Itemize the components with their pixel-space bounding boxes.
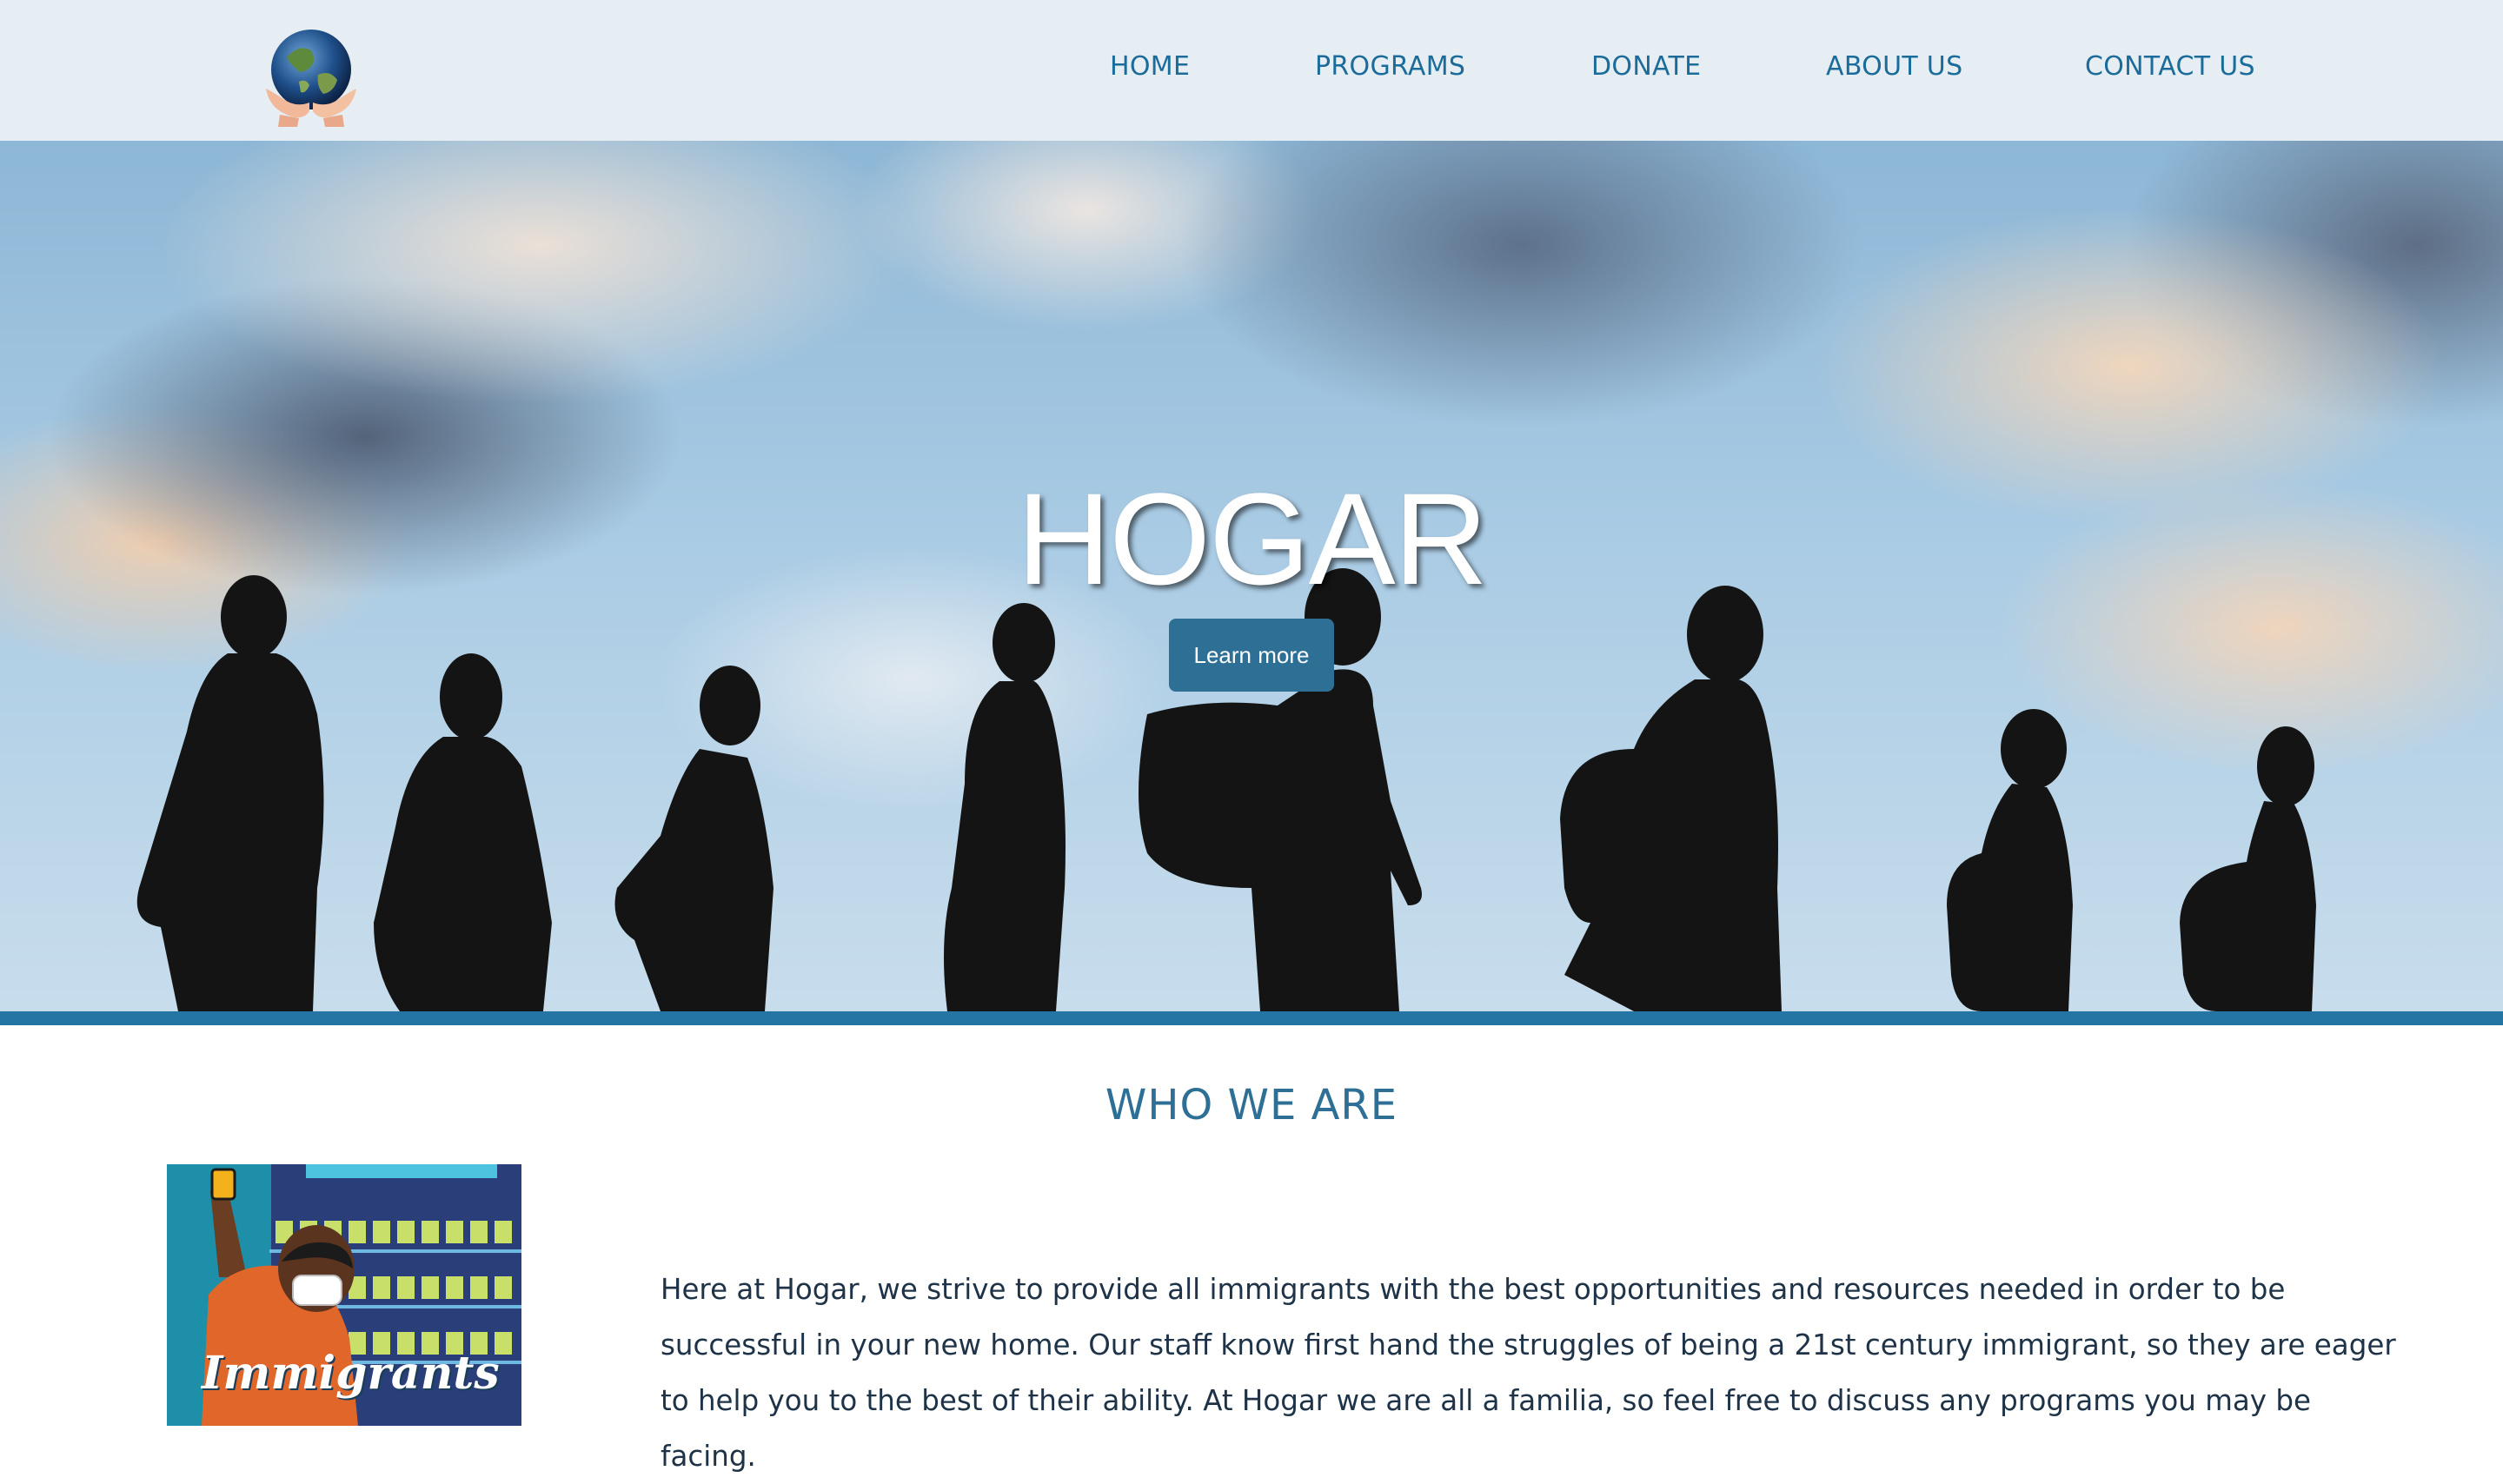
about-paragraph: Here at Hogar, we strive to provide all …	[661, 1273, 2396, 1473]
nav-about-us[interactable]: ABOUT US	[1826, 49, 1962, 85]
hero-divider-bar	[0, 1011, 2503, 1025]
hero-title: HOGAR	[1016, 466, 1488, 612]
nav-contact-us[interactable]: CONTACT US	[2085, 49, 2255, 85]
section-heading: WHO WE ARE	[1105, 1081, 1398, 1130]
main-nav: HOME PROGRAMS DONATE ABOUT US CONTACT US	[0, 0, 2503, 141]
immigrants-poster-image: Immigrants	[167, 1164, 521, 1426]
nav-donate[interactable]: DONATE	[1591, 49, 1701, 85]
nav-programs[interactable]: PROGRAMS	[1315, 49, 1465, 85]
learn-more-button[interactable]: Learn more	[1169, 619, 1334, 692]
nav-home[interactable]: HOME	[1110, 49, 1190, 85]
poster-caption: Immigrants	[202, 1347, 500, 1400]
site-header: HOME PROGRAMS DONATE ABOUT US CONTACT US	[0, 0, 2503, 141]
hero-banner: HOGAR Learn more	[0, 141, 2503, 1011]
